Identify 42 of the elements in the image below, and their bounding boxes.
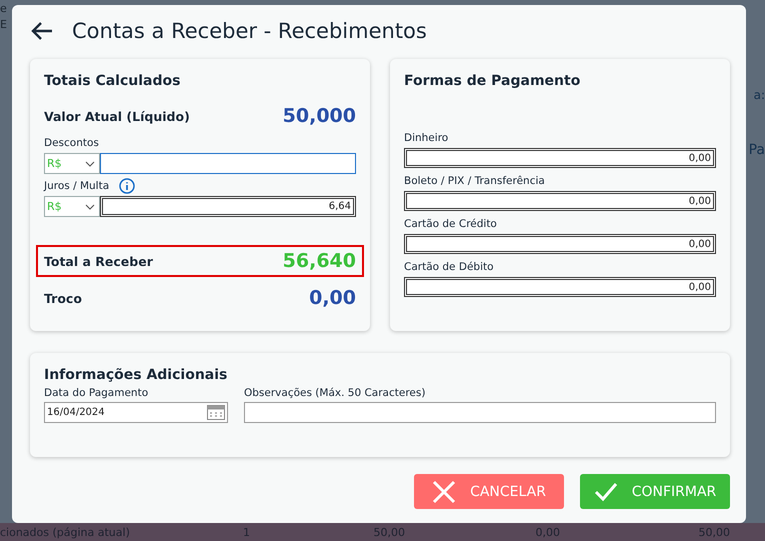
total-value: 56,640 xyxy=(282,250,356,272)
background-text: e xyxy=(0,2,7,16)
change-label: Troco xyxy=(44,290,82,306)
footer-cell-text: 1 xyxy=(242,526,250,538)
footer-cell-text: cionados (página atual) xyxy=(0,526,131,538)
field-label: Descontos xyxy=(44,137,99,149)
background-label: a: xyxy=(754,88,765,102)
amount-field[interactable]: 6,64 xyxy=(100,196,356,217)
payment-field[interactable]: 0,00 xyxy=(404,148,716,168)
background-heading: Pa xyxy=(748,142,765,158)
amount-field[interactable] xyxy=(100,153,356,174)
footer-cell-text: 50,00 xyxy=(698,526,730,538)
calendar-icon[interactable] xyxy=(207,405,225,420)
payment-field[interactable]: 0,00 xyxy=(404,277,716,297)
payment-label: Cartão de Crédito xyxy=(404,218,498,230)
payment-field[interactable]: 0,00 xyxy=(404,234,716,254)
payment-label: Dinheiro xyxy=(404,132,450,144)
footer-cell-text: 50,00 xyxy=(372,526,405,538)
back-arrow-icon[interactable] xyxy=(30,21,54,41)
card-title: Formas de Pagamento xyxy=(404,73,582,89)
info-icon[interactable] xyxy=(119,178,136,194)
change-value: 0,00 xyxy=(309,287,356,309)
footer-cell-text: 0,00 xyxy=(534,526,560,538)
payment-label: Cartão de Débito xyxy=(404,261,495,273)
current-value: 50,000 xyxy=(282,105,356,127)
current-value-label: Valor Atual (Líquido) xyxy=(44,108,190,124)
chevron-down-icon xyxy=(85,204,95,210)
payment-label: Boleto / PIX / Transferência xyxy=(404,175,546,187)
close-icon xyxy=(432,480,456,504)
chevron-down-icon xyxy=(85,160,95,166)
field-label: Data do Pagamento xyxy=(44,387,150,399)
background-text: E xyxy=(0,18,7,32)
checkmark-icon xyxy=(594,482,618,502)
payment-field[interactable]: 0,00 xyxy=(404,191,716,211)
field-label: Juros / Multa xyxy=(44,180,110,192)
total-label: Total a Receber xyxy=(44,254,153,268)
date-field[interactable]: 16/04/2024 xyxy=(44,402,228,423)
field-label: Observações (Máx. 50 Caracteres) xyxy=(244,387,426,399)
card-title: Informações Adicionais xyxy=(44,367,228,383)
notes-field[interactable] xyxy=(244,402,716,423)
card-title: Totais Calculados xyxy=(44,73,182,89)
dialog-title: Contas a Receber - Recebimentos xyxy=(72,19,427,43)
